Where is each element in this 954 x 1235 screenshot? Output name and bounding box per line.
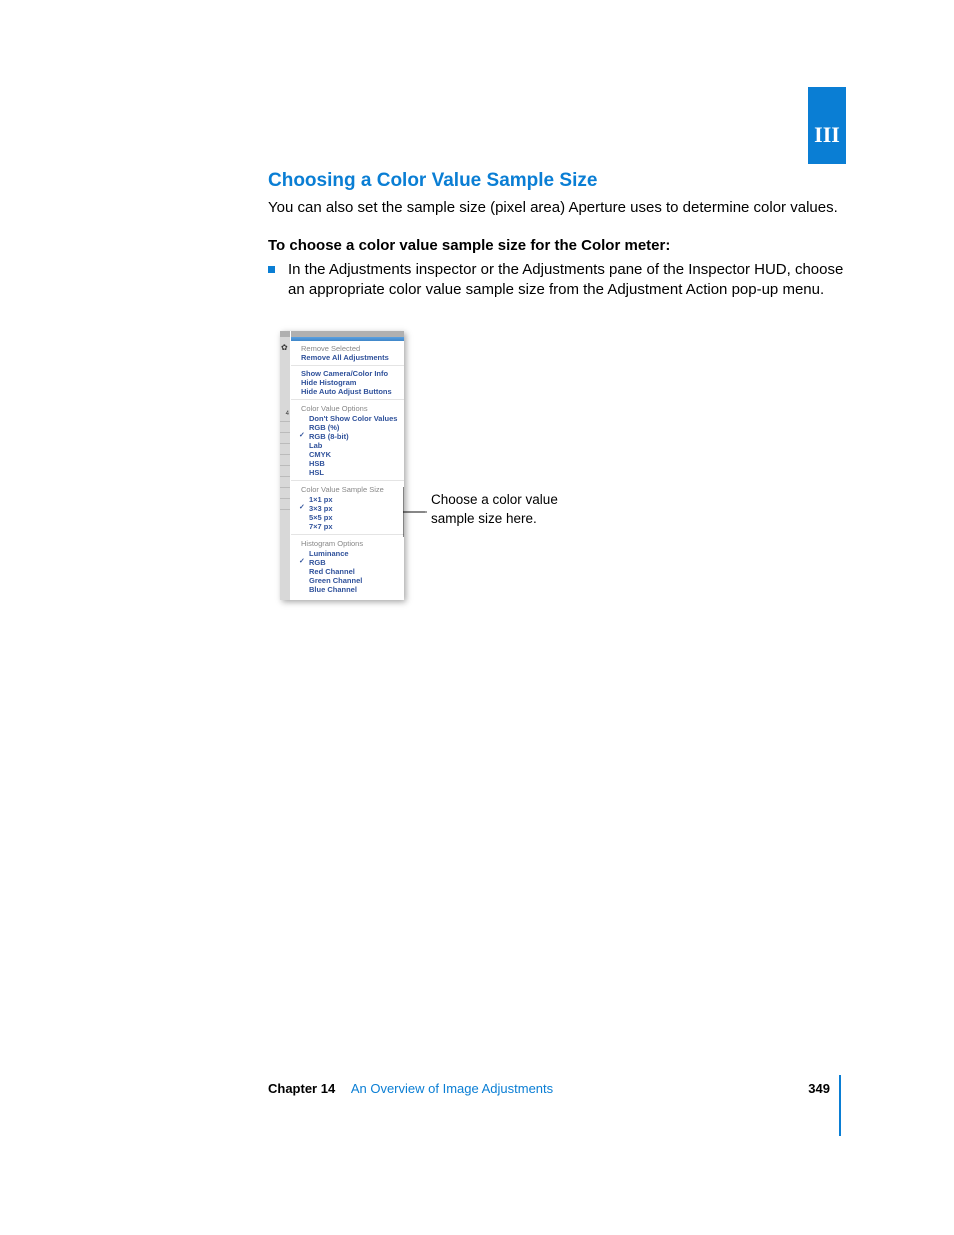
bullet-icon [268, 266, 282, 273]
menu-item-histogram-0[interactable]: Luminance [291, 549, 404, 558]
callout-line2: sample size here. [431, 511, 537, 526]
check-icon: ✓ [299, 504, 305, 512]
menu-item-colorvalue-label-2: RGB (8-bit) [309, 432, 349, 441]
footer-rule [839, 1075, 841, 1136]
menu-item-show-camera[interactable]: Show Camera/Color Info [291, 369, 404, 378]
menu-item-remove-selected[interactable]: Remove Selected [291, 344, 404, 353]
menu-item-colorvalue-label-1: RGB (%) [309, 423, 339, 432]
step-item: In the Adjustments inspector or the Adju… [268, 260, 846, 301]
part-tab: III [808, 87, 846, 164]
menu-group-info: Show Camera/Color Info Hide Histogram Hi… [291, 366, 404, 400]
menu-group-histogram: Histogram Options Luminance ✓ RGBRed Chann… [291, 535, 404, 600]
menu-item-samplesize-2[interactable]: 5×5 px [291, 513, 404, 522]
menu-item-hide-histogram[interactable]: Hide Histogram [291, 378, 404, 387]
menu-item-colorvalue-4[interactable]: CMYK [291, 450, 404, 459]
part-label: III [814, 120, 840, 150]
screenshot-figure: ✿ 4 Remove Selected Remove All Adjustmen… [268, 331, 846, 600]
screenshot-left-strip: ✿ 4 [280, 331, 291, 600]
menu-item-histogram-label-0: Luminance [309, 549, 349, 558]
menu-item-histogram-1[interactable]: ✓ RGB [291, 558, 404, 567]
step-intro: To choose a color value sample size for … [268, 236, 846, 256]
menu-item-samplesize-3[interactable]: 7×7 px [291, 522, 404, 531]
menu-item-samplesize-label-2: 5×5 px [309, 513, 333, 522]
menu-item-samplesize-label-0: 1×1 px [309, 495, 333, 504]
callout-line [403, 487, 427, 537]
step-text: In the Adjustments inspector or the Adju… [288, 260, 846, 301]
menu-item-histogram-label-1: RGB [309, 558, 326, 567]
menu-item-colorvalue-3[interactable]: Lab [291, 441, 404, 450]
menu-item-colorvalue-label-4: CMYK [309, 450, 331, 459]
menu-header-histogram: Histogram Options [291, 538, 404, 549]
menu-item-colorvalue-label-3: Lab [309, 441, 322, 450]
menu-item-colorvalue-0[interactable]: Don't Show Color Values [291, 414, 404, 423]
menu-item-colorvalue-5[interactable]: HSB [291, 459, 404, 468]
menu-item-histogram-4[interactable]: Blue Channel [291, 585, 404, 594]
intro-paragraph: You can also set the sample size (pixel … [268, 198, 846, 218]
callout: Choose a color value sample size here. [403, 491, 558, 537]
menu-group-samplesize: Color Value Sample Size 1×1 px ✓ 3×3 px5×5… [291, 481, 404, 535]
menu-header-colorvalue: Color Value Options [291, 403, 404, 414]
menu-item-histogram-3[interactable]: Green Channel [291, 576, 404, 585]
menu-header-samplesize: Color Value Sample Size [291, 484, 404, 495]
menu-item-colorvalue-1[interactable]: RGB (%) [291, 423, 404, 432]
menu-item-hide-auto[interactable]: Hide Auto Adjust Buttons [291, 387, 404, 396]
menu-item-colorvalue-label-5: HSB [309, 459, 325, 468]
menu-group-top: Remove Selected Remove All Adjustments [291, 341, 404, 366]
menu-item-colorvalue-label-6: HSL [309, 468, 324, 477]
menu-item-histogram-2[interactable]: Red Channel [291, 567, 404, 576]
check-icon: ✓ [299, 432, 305, 440]
screenshot-ruler: 4 [280, 411, 290, 600]
menu-group-colorvalue: Color Value Options Don't Show Color Val… [291, 400, 404, 481]
menu-item-colorvalue-2[interactable]: ✓ RGB (8-bit) [291, 432, 404, 441]
menu-item-samplesize-label-3: 7×7 px [309, 522, 333, 531]
menu-item-samplesize-1[interactable]: ✓ 3×3 px [291, 504, 404, 513]
footer-chapter: Chapter 14 [268, 1081, 335, 1096]
check-icon: ✓ [299, 558, 305, 566]
callout-text: Choose a color value sample size here. [431, 491, 558, 527]
menu-item-colorvalue-label-0: Don't Show Color Values [309, 414, 397, 423]
footer-left: Chapter 14 An Overview of Image Adjustme… [268, 1080, 553, 1098]
menu-item-histogram-label-2: Red Channel [309, 567, 355, 576]
menu-item-remove-all[interactable]: Remove All Adjustments [291, 353, 404, 362]
menu-item-histogram-label-3: Green Channel [309, 576, 362, 585]
gear-icon: ✿ [281, 343, 289, 351]
page-footer: Chapter 14 An Overview of Image Adjustme… [268, 1080, 846, 1098]
section-heading: Choosing a Color Value Sample Size [268, 168, 846, 194]
footer-chapter-title: An Overview of Image Adjustments [351, 1081, 553, 1096]
menu-screenshot: ✿ 4 Remove Selected Remove All Adjustmen… [280, 331, 404, 600]
menu-item-samplesize-label-1: 3×3 px [309, 504, 333, 513]
page-content: Choosing a Color Value Sample Size You c… [268, 168, 846, 600]
menu-item-histogram-label-4: Blue Channel [309, 585, 357, 594]
menu-item-samplesize-0[interactable]: 1×1 px [291, 495, 404, 504]
callout-line1: Choose a color value [431, 492, 558, 507]
menu-item-colorvalue-6[interactable]: HSL [291, 468, 404, 477]
